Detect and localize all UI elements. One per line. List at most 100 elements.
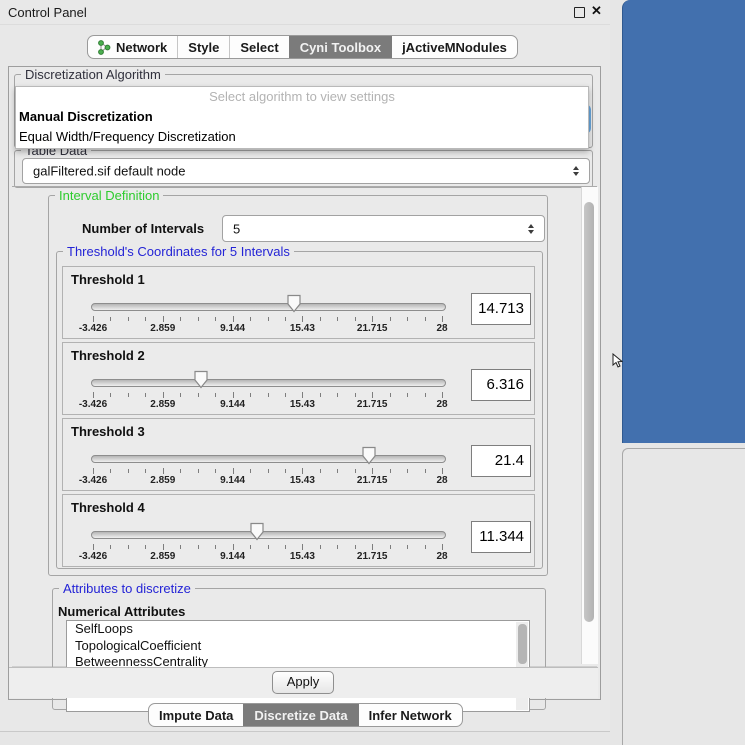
threshold-panel-2: Threshold 2-3.4262.8599.14415.4321.71528… — [62, 342, 535, 415]
slider-tick — [442, 392, 443, 398]
tab-impute-data[interactable]: Impute Data — [149, 704, 243, 726]
slider-track[interactable] — [91, 455, 446, 463]
close-icon[interactable]: ✕ — [591, 3, 602, 19]
tab-cyni-toolbox[interactable]: Cyni Toolbox — [289, 36, 391, 58]
slider-tick — [302, 544, 303, 550]
slider-tick — [233, 316, 234, 322]
control-panel-tab-bar: Network Style Select Cyni Toolbox jActiveMNo… — [87, 35, 518, 59]
tab-network[interactable]: Network — [88, 36, 177, 58]
slider-tick — [250, 393, 251, 397]
slider-tick-label: 28 — [420, 551, 464, 562]
attribute-list-item[interactable]: SelfLoops — [67, 621, 529, 638]
tab-label: Cyni Toolbox — [300, 40, 381, 55]
tab-label: Select — [240, 40, 278, 55]
slider-tick — [233, 544, 234, 550]
slider-tick-label: 21.715 — [350, 399, 394, 410]
slider-tick — [198, 545, 199, 549]
algorithm-option-equal-width[interactable]: Equal Width/Frequency Discretization — [16, 127, 588, 147]
threshold-value-field[interactable]: 14.713 — [471, 293, 531, 325]
slider-tick — [372, 316, 373, 322]
slider-tick — [93, 544, 94, 550]
mouse-cursor — [612, 353, 623, 369]
slider-track[interactable] — [91, 303, 446, 311]
tab-label: Discretize Data — [254, 708, 347, 723]
tab-select[interactable]: Select — [229, 36, 288, 58]
attributes-scrollbar-thumb[interactable] — [518, 624, 527, 664]
algorithm-option-placeholder[interactable]: Select algorithm to view settings — [16, 87, 588, 107]
apply-button[interactable]: Apply — [272, 671, 334, 694]
threshold-panel-4: Threshold 4-3.4262.8599.14415.4321.71528… — [62, 494, 535, 567]
slider-tick — [285, 545, 286, 549]
slider-tick-label: 15.43 — [280, 399, 324, 410]
slider-thumb[interactable] — [361, 446, 377, 466]
slider-tick — [250, 317, 251, 321]
slider-tick — [93, 316, 94, 322]
threshold-value-field[interactable]: 21.4 — [471, 445, 531, 477]
slider-tick — [110, 545, 111, 549]
control-panel-title: Control Panel — [8, 5, 87, 20]
slider-track[interactable] — [91, 379, 446, 387]
control-panel-window: Control Panel ✕ Network Style Select Cyni T… — [0, 0, 610, 732]
slider-tick — [372, 392, 373, 398]
slider-tick — [198, 393, 199, 397]
slider-tick-label: 21.715 — [350, 551, 394, 562]
slider-tick — [302, 316, 303, 322]
slider-tick — [268, 393, 269, 397]
slider-tick — [355, 469, 356, 473]
tab-discretize-data[interactable]: Discretize Data — [243, 704, 357, 726]
number-of-intervals-label: Number of Intervals — [82, 221, 204, 236]
slider-tick — [425, 469, 426, 473]
slider-tick — [320, 317, 321, 321]
algorithm-option-manual[interactable]: Manual Discretization — [16, 107, 588, 127]
slider-tick — [163, 316, 164, 322]
slider-tick — [180, 393, 181, 397]
slider-tick-label: 21.715 — [350, 475, 394, 486]
slider-tick — [145, 469, 146, 473]
slider-tick — [268, 317, 269, 321]
slider-tick-label: 2.859 — [141, 399, 185, 410]
table-data-combobox[interactable]: galFiltered.sif default node — [22, 158, 590, 184]
slider-tick-label: 15.43 — [280, 475, 324, 486]
slider-tick — [215, 393, 216, 397]
numerical-attributes-list[interactable]: SelfLoopsTopologicalCoefficientBetweenne… — [66, 620, 530, 712]
algorithm-dropdown-popup: Select algorithm to view settings Manual… — [15, 86, 589, 149]
slider-tick — [442, 544, 443, 550]
threshold-value-field[interactable]: 6.316 — [471, 369, 531, 401]
slider-tick — [250, 545, 251, 549]
slider-tick — [180, 545, 181, 549]
slider-tick — [110, 393, 111, 397]
slider-tick — [163, 392, 164, 398]
float-window-icon[interactable] — [574, 7, 585, 18]
tab-label: Impute Data — [159, 708, 233, 723]
discretization-algorithm-group-title: Discretization Algorithm — [21, 67, 165, 82]
tab-label: Network — [116, 40, 167, 55]
slider-tick — [442, 316, 443, 322]
slider-thumb[interactable] — [286, 294, 302, 314]
slider-tick — [372, 468, 373, 474]
settings-scrollbar-thumb[interactable] — [584, 202, 594, 622]
slider-tick — [302, 468, 303, 474]
slider-thumb[interactable] — [249, 522, 265, 542]
tab-infer-network[interactable]: Infer Network — [358, 704, 462, 726]
slider-tick — [180, 317, 181, 321]
desktop: Control Panel ✕ Network Style Select Cyni T… — [0, 0, 745, 745]
slider-tick — [268, 545, 269, 549]
cyni-bottom-tab-bar: Impute Data Discretize Data Infer Network — [148, 703, 463, 727]
slider-tick — [233, 468, 234, 474]
slider-tick — [250, 469, 251, 473]
slider-tick-label: 15.43 — [280, 323, 324, 334]
attribute-list-item[interactable]: TopologicalCoefficient — [67, 638, 529, 655]
number-of-intervals-combobox[interactable]: 5 — [222, 215, 545, 242]
slider-tick — [268, 469, 269, 473]
slider-tick-label: -3.426 — [71, 323, 115, 334]
tab-jactivemnodules[interactable]: jActiveMNodules — [391, 36, 517, 58]
threshold-value-field[interactable]: 11.344 — [471, 521, 531, 553]
slider-tick-label: 9.144 — [211, 399, 255, 410]
slider-track[interactable] — [91, 531, 446, 539]
network-view-window: GAL80GACGAL11GAL4GCY1HHAP2 — [622, 0, 745, 443]
slider-thumb[interactable] — [193, 370, 209, 390]
threshold-list: Threshold 1-3.4262.8599.14415.4321.71528… — [62, 266, 535, 570]
slider-tick — [355, 393, 356, 397]
slider-tick — [128, 545, 129, 549]
tab-style[interactable]: Style — [177, 36, 229, 58]
